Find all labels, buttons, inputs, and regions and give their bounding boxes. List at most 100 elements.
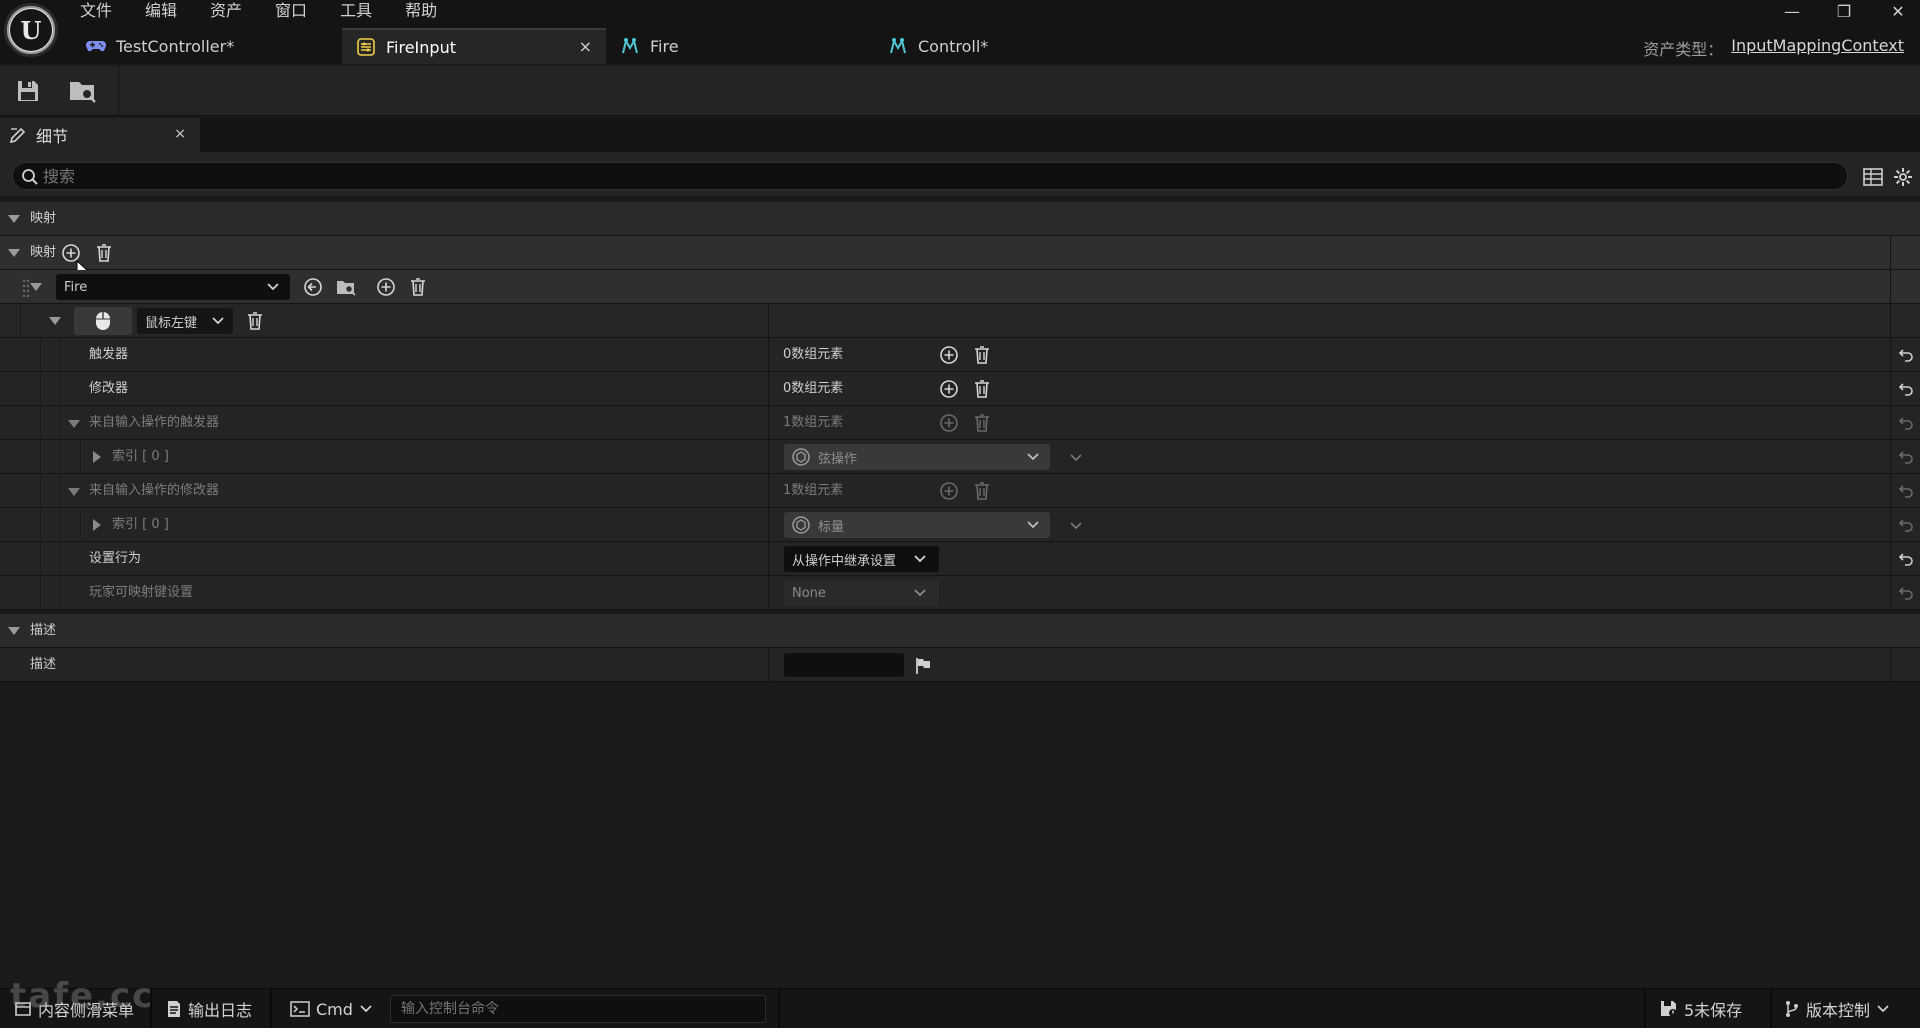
tab-testcontroller[interactable]: TestController*: [72, 28, 342, 64]
key-dropdown[interactable]: 鼠标左键: [137, 308, 233, 334]
details-tab[interactable]: 细节 ×: [0, 118, 200, 152]
mapping-entry-fire: Fire: [0, 270, 1920, 304]
input-mapping-icon: [356, 37, 376, 57]
row-divider: [1890, 270, 1891, 303]
restore-button[interactable]: ❐: [1822, 0, 1866, 22]
chevron-down-icon: [212, 317, 224, 325]
delete-key-icon[interactable]: [245, 311, 265, 331]
class-object-icon: [792, 516, 810, 534]
expand-arrow-icon[interactable]: [93, 451, 101, 463]
menu-edit[interactable]: 编辑: [145, 0, 192, 22]
expand-arrow-icon[interactable]: [93, 519, 101, 531]
menu-file[interactable]: 文件: [80, 0, 127, 22]
setting-behavior-row: 设置行为 从操作中继承设置: [0, 542, 1920, 576]
version-control-button[interactable]: 版本控制: [1784, 989, 1890, 1028]
expand-options-chevron-icon: [1070, 454, 1082, 462]
setting-behavior-value: 从操作中继承设置: [792, 553, 897, 569]
menu-help[interactable]: 帮助: [405, 0, 452, 22]
delete-triggers-icon[interactable]: [972, 345, 992, 365]
add-trigger-icon[interactable]: [939, 345, 959, 365]
unsaved-assets-button[interactable]: 5未保存: [1660, 989, 1742, 1028]
delete-mapping-icon[interactable]: [408, 277, 428, 297]
search-input[interactable]: [43, 166, 1847, 186]
description-input[interactable]: [784, 653, 904, 677]
menu-tools[interactable]: 工具: [340, 0, 387, 22]
search-box[interactable]: [12, 162, 1848, 190]
delete-all-mappings-icon[interactable]: [94, 243, 114, 263]
console-command-input[interactable]: [401, 1001, 765, 1017]
row-divider: [1890, 648, 1891, 681]
indent-guide: [40, 542, 41, 576]
tab-controll[interactable]: Controll*: [874, 28, 1144, 64]
action-asset-dropdown[interactable]: Fire: [56, 274, 290, 300]
browse-to-asset-button[interactable]: [66, 74, 100, 108]
flag-icon[interactable]: [914, 657, 932, 675]
column-divider: [768, 372, 769, 405]
add-element-disabled-icon: [940, 414, 958, 432]
gear-icon[interactable]: [1893, 167, 1913, 187]
collapse-arrow-icon[interactable]: [8, 249, 20, 257]
chevron-down-icon: [1877, 1005, 1889, 1013]
tab-label: TestController*: [116, 36, 235, 56]
trigger-class-value: 弦操作: [818, 451, 858, 467]
action-triggers-label: 来自输入操作的触发器: [89, 415, 220, 430]
key-selector-button[interactable]: [74, 307, 132, 335]
collapse-arrow-icon[interactable]: [30, 283, 42, 291]
console-command-box[interactable]: [390, 995, 766, 1023]
collapse-arrow-icon[interactable]: [8, 627, 20, 635]
menu-bar: 文件 编辑 资产 窗口 工具 帮助: [80, 0, 470, 22]
collapse-arrow-icon[interactable]: [68, 420, 80, 428]
reset-to-default-icon[interactable]: [1898, 347, 1914, 363]
collapse-arrow-icon[interactable]: [8, 215, 20, 223]
chevron-down-icon: [1027, 453, 1039, 461]
action-modifiers-value: 1数组元素: [783, 483, 844, 498]
status-divider: [1644, 989, 1646, 1028]
table-view-icon[interactable]: [1863, 168, 1883, 186]
row-divider: [1890, 406, 1891, 439]
add-modifier-icon[interactable]: [939, 379, 959, 399]
save-button[interactable]: [11, 74, 45, 108]
category-mapping[interactable]: 映射: [0, 202, 1920, 236]
browse-folder-icon[interactable]: [336, 277, 356, 297]
collapse-arrow-icon[interactable]: [68, 488, 80, 496]
unreal-logo-icon[interactable]: U: [4, 3, 58, 57]
triggers-value: 0数组元素: [783, 347, 844, 362]
expand-options-chevron-icon: [1070, 522, 1082, 530]
minimize-button[interactable]: —: [1770, 0, 1814, 22]
triggers-label: 触发器: [89, 347, 129, 362]
menu-window[interactable]: 窗口: [275, 0, 322, 22]
tab-fire[interactable]: Fire: [606, 28, 874, 64]
close-window-button[interactable]: ✕: [1876, 0, 1920, 22]
menu-asset[interactable]: 资产: [210, 0, 257, 22]
indent-guide: [60, 474, 61, 508]
cmd-selector[interactable]: Cmd: [290, 989, 373, 1028]
setting-behavior-dropdown[interactable]: 从操作中继承设置: [784, 546, 939, 572]
use-selected-asset-icon[interactable]: [303, 277, 323, 297]
row-divider: [1890, 508, 1891, 541]
unsaved-save-icon: [1661, 1001, 1677, 1017]
indent-guide: [40, 406, 41, 440]
delete-modifiers-icon[interactable]: [972, 379, 992, 399]
close-tab-icon[interactable]: ×: [579, 37, 592, 56]
action-modifiers-row: 来自输入操作的修改器 1数组元素: [0, 474, 1920, 508]
action-asset-value: Fire: [64, 279, 88, 295]
close-details-icon[interactable]: ×: [174, 126, 186, 142]
toolbar: [0, 66, 1920, 116]
reset-to-default-icon: [1898, 451, 1913, 464]
reset-to-default-icon[interactable]: [1898, 551, 1914, 567]
title-bar: U 文件 编辑 资产 窗口 工具 帮助 — ❐ ✕ TestController…: [0, 0, 1920, 64]
add-key-icon[interactable]: [376, 277, 396, 297]
reset-to-default-icon[interactable]: [1898, 381, 1914, 397]
browse-folder-icon: [70, 82, 96, 103]
column-divider: [768, 542, 769, 575]
drag-handle-icon[interactable]: [22, 279, 30, 297]
category-description[interactable]: 描述: [0, 614, 1920, 648]
chevron-down-icon: [1027, 521, 1039, 529]
cmd-label: Cmd: [316, 999, 353, 1019]
asset-type-link[interactable]: InputMappingContext: [1731, 36, 1904, 60]
add-element-disabled-icon: [940, 482, 958, 500]
tab-fireinput[interactable]: FireInput ×: [342, 28, 606, 64]
output-log-button[interactable]: 输出日志: [166, 989, 252, 1028]
indent-guide: [60, 372, 61, 406]
collapse-arrow-icon[interactable]: [49, 317, 61, 325]
